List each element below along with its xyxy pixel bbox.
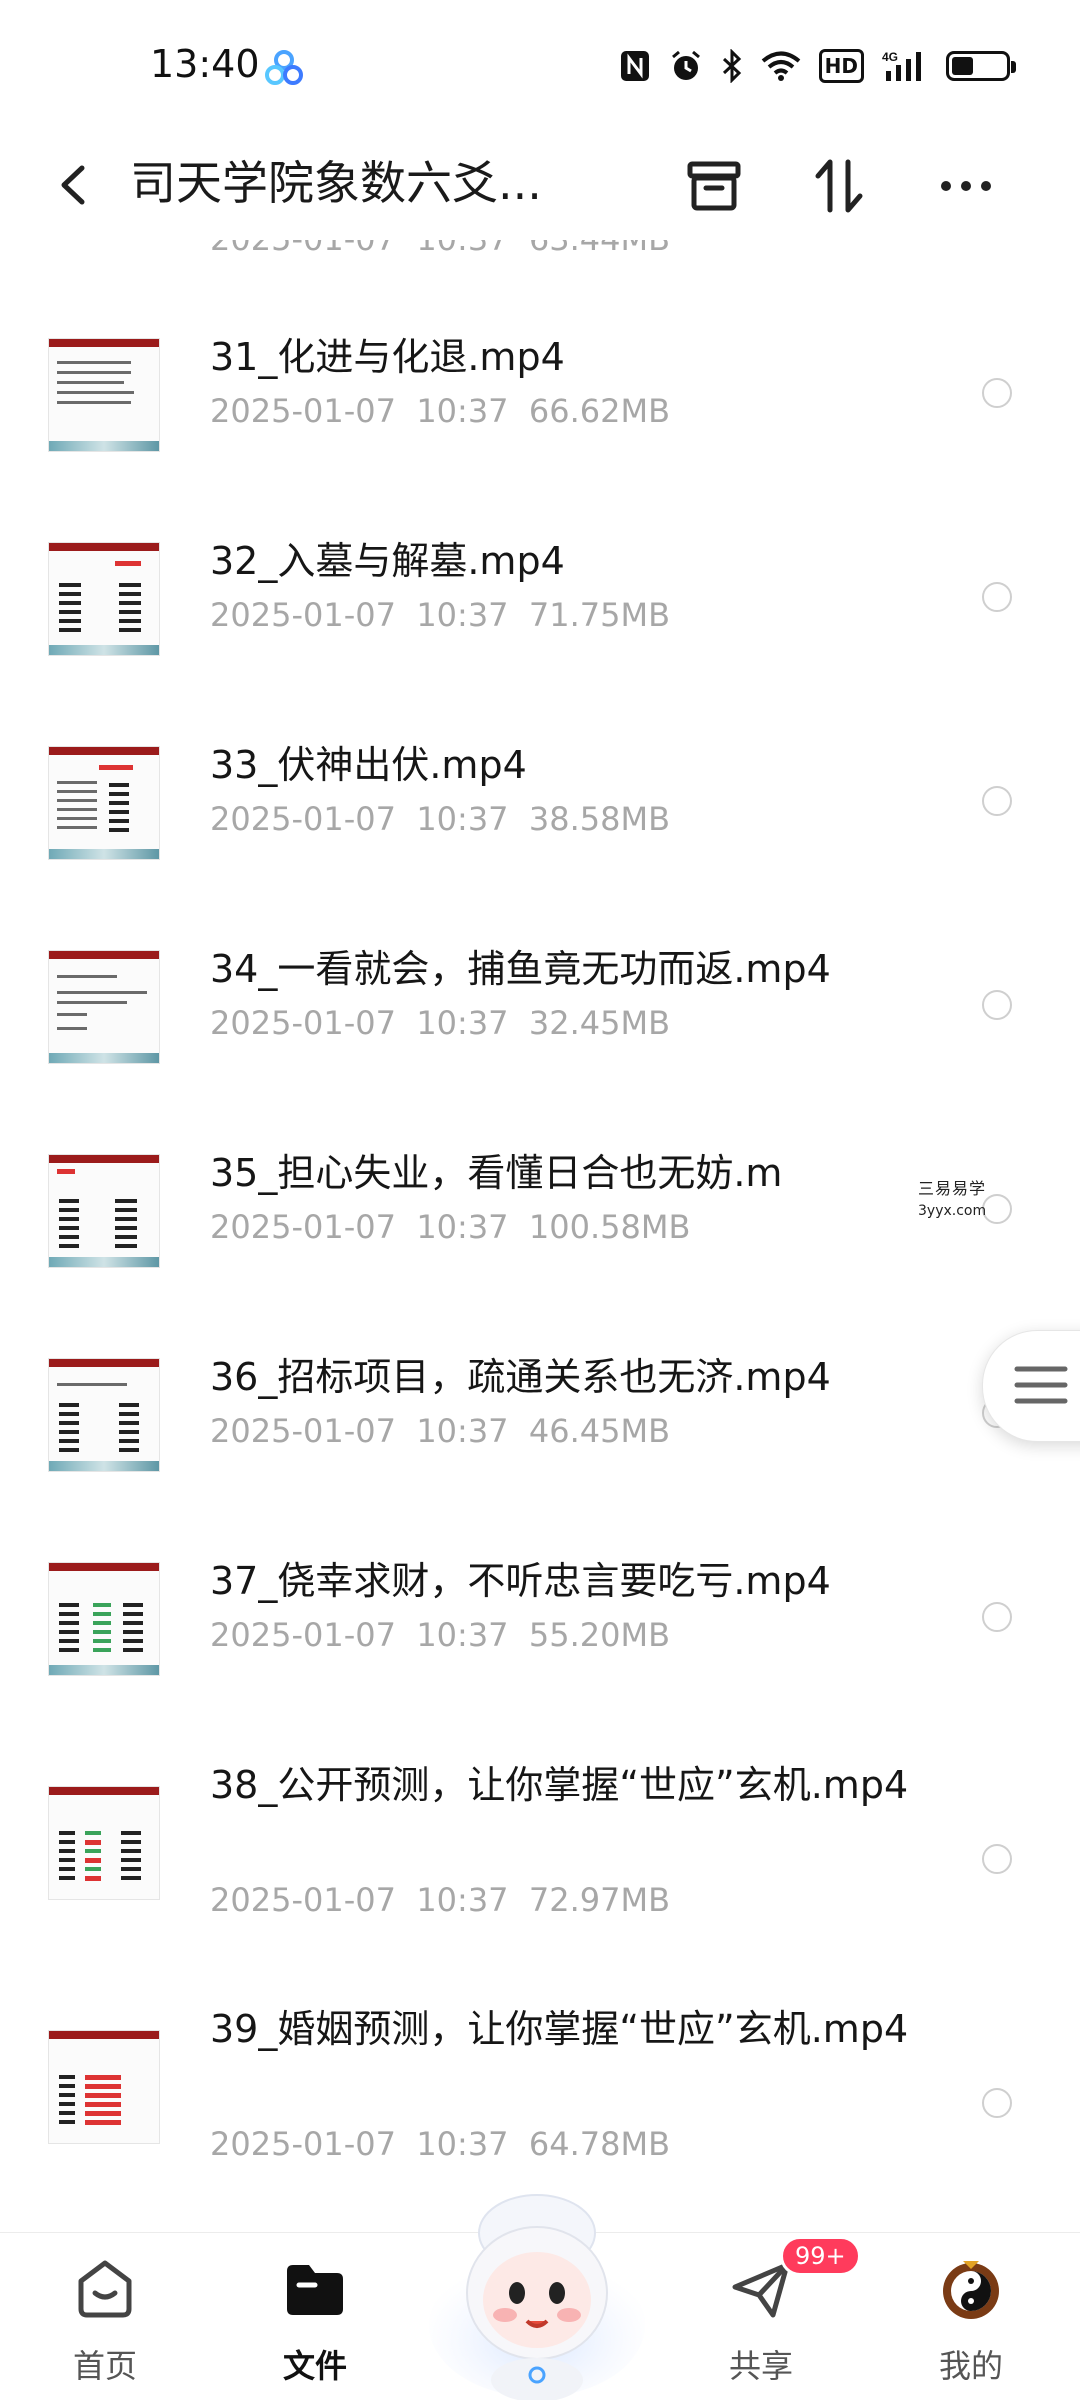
file-name: 34_一看就会，捕鱼竟无功而返.mp4 — [210, 942, 910, 996]
file-meta: 2025-01-07 10:37 66.62MB — [210, 392, 670, 430]
select-radio[interactable] — [982, 582, 1012, 612]
file-meta: 2025-01-07 10:37 38.58MB — [210, 800, 670, 838]
sort-arrows-icon — [808, 154, 872, 218]
video-thumbnail — [48, 542, 160, 656]
video-thumbnail — [48, 338, 160, 452]
share-notification-badge: 99+ — [780, 2236, 861, 2276]
file-name: 36_招标项目，疏通关系也无济.mp4 — [210, 1350, 910, 1404]
video-thumbnail — [48, 1786, 160, 1900]
back-button[interactable] — [40, 150, 110, 220]
alarm-icon — [669, 46, 703, 86]
video-thumbnail — [48, 2030, 160, 2144]
file-meta: 2025-01-07 10:37 72.97MB — [210, 1881, 670, 1919]
nav-mine[interactable]: 我的 — [896, 2233, 1046, 2401]
page-title: 司天学院象数六爻... — [130, 152, 570, 214]
watermark-title: 三易易学 — [918, 1178, 986, 1200]
more-dots-icon — [934, 154, 998, 218]
home-face-icon — [71, 2255, 139, 2323]
archive-box-icon — [682, 154, 746, 218]
select-radio[interactable] — [982, 1602, 1012, 1632]
status-bar: 13:40 HD 4G — [0, 0, 1080, 130]
select-radio[interactable] — [982, 1844, 1012, 1874]
select-radio[interactable] — [982, 786, 1012, 816]
video-thumbnail — [48, 746, 160, 860]
nav-home-label: 首页 — [30, 2341, 180, 2387]
bluetooth-icon — [721, 46, 743, 86]
battery-icon — [946, 46, 1010, 86]
file-list[interactable]: 2025-01-07 10:37 63.44MB 31_化进与化退.mp4 202… — [0, 240, 1080, 2230]
floating-menu-button[interactable] — [982, 1330, 1080, 1442]
file-meta: 2025-01-07 10:37 100.58MB — [210, 1208, 690, 1246]
nav-files-label: 文件 — [240, 2341, 390, 2387]
wifi-icon — [761, 46, 801, 86]
file-name: 33_伏神出伏.mp4 — [210, 738, 910, 792]
nfc-icon — [619, 46, 651, 86]
folder-icon — [281, 2255, 349, 2323]
archive-button[interactable] — [676, 148, 752, 224]
more-button[interactable] — [928, 148, 1004, 224]
video-thumbnail — [48, 1154, 160, 1268]
back-arrow-icon — [40, 150, 110, 220]
file-meta: 2025-01-07 10:37 63.44MB — [210, 240, 670, 258]
select-radio[interactable] — [982, 990, 1012, 1020]
select-radio[interactable] — [982, 2088, 1012, 2118]
hd-badge: HD — [819, 49, 864, 83]
status-time: 13:40 — [150, 42, 260, 86]
file-meta: 2025-01-07 10:37 46.45MB — [210, 1412, 670, 1450]
menu-lines-icon — [1013, 1361, 1069, 1411]
sort-button[interactable] — [802, 148, 878, 224]
top-app-bar: 司天学院象数六爻... — [0, 130, 1080, 240]
file-name: 31_化进与化退.mp4 — [210, 330, 910, 384]
video-thumbnail — [48, 1562, 160, 1676]
nav-files[interactable]: 文件 — [240, 2233, 390, 2401]
nav-home[interactable]: 首页 — [30, 2233, 180, 2401]
file-name: 39_婚姻预测，让你掌握“世应”玄机.mp4 — [210, 2002, 910, 2056]
mascot-assistant-button[interactable] — [425, 2175, 650, 2400]
file-meta: 2025-01-07 10:37 71.75MB — [210, 596, 670, 634]
status-icons: HD 4G — [619, 46, 1010, 86]
select-radio[interactable] — [982, 1194, 1012, 1224]
svg-text:4G: 4G — [882, 50, 898, 64]
select-radio[interactable] — [982, 378, 1012, 408]
file-name: 35_担心失业，看懂日合也无妨.m — [210, 1146, 910, 1200]
video-thumbnail — [48, 1358, 160, 1472]
nav-share-label: 共享 — [686, 2341, 836, 2387]
video-thumbnail — [48, 950, 160, 1064]
file-name: 37_侥幸求财，不听忠言要吃亏.mp4 — [210, 1554, 910, 1608]
watermark-url: 3yyx.com — [918, 1200, 986, 1222]
signal-icon: 4G — [882, 46, 928, 86]
yin-yang-avatar-icon — [937, 2255, 1005, 2323]
watermark: 三易易学 3yyx.com — [918, 1178, 986, 1222]
file-meta: 2025-01-07 10:37 32.45MB — [210, 1004, 670, 1042]
file-name: 38_公开预测，让你掌握“世应”玄机.mp4 — [210, 1758, 910, 1812]
file-meta: 2025-01-07 10:37 64.78MB — [210, 2125, 670, 2163]
cloud-app-icon — [264, 48, 304, 88]
list-item-partial[interactable]: 2025-01-07 10:37 63.44MB — [0, 240, 1080, 270]
nav-mine-label: 我的 — [896, 2341, 1046, 2387]
file-meta: 2025-01-07 10:37 55.20MB — [210, 1616, 670, 1654]
file-name: 32_入墓与解墓.mp4 — [210, 534, 910, 588]
